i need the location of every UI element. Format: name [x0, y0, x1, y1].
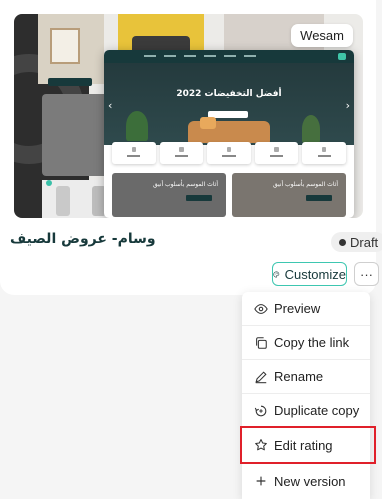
site-feature: [112, 142, 156, 164]
menu-item-label: Rename: [274, 369, 324, 384]
site-card: أثاث الموسم بأسلوب أنيق: [112, 173, 226, 217]
template-card: أفضل التخفيضات 2022 ‹ › أثاث الموسم بأسل…: [0, 0, 382, 295]
menu-item-copy-link[interactable]: Copy the link: [242, 326, 370, 360]
site-feature: [302, 142, 346, 164]
menu-item-label: Edit rating: [274, 437, 333, 453]
site-card: أثاث الموسم بأسلوب أنيق: [232, 173, 346, 217]
site-hero: أفضل التخفيضات 2022 ‹ ›: [104, 63, 354, 145]
site-feature: [207, 142, 251, 164]
thumbnail-dot: [46, 180, 52, 186]
customize-button[interactable]: Customize: [272, 262, 347, 286]
site-feature: [254, 142, 299, 164]
status-badge: Draft: [331, 232, 382, 252]
chevron-left-icon: ‹: [108, 99, 113, 112]
menu-item-rename[interactable]: Rename: [242, 360, 370, 394]
eye-icon: [254, 302, 268, 316]
template-title: وسام- عروض الصيف: [10, 231, 156, 247]
site-plant: [126, 111, 148, 141]
thumbnail-chair: [56, 186, 70, 216]
template-thumbnail[interactable]: أفضل التخفيضات 2022 ‹ › أثاث الموسم بأسل…: [14, 14, 363, 218]
menu-item-label: Copy the link: [274, 335, 350, 350]
chevron-right-icon: ›: [345, 99, 350, 112]
status-label: Draft: [350, 234, 379, 250]
site-card-text: أثاث الموسم بأسلوب أنيق: [152, 181, 218, 188]
site-hero-title: أفضل التخفيضات 2022: [176, 89, 282, 99]
star-icon: [254, 438, 268, 452]
thumbnail-picture-frame: [50, 28, 80, 64]
status-dot-icon: [339, 238, 346, 246]
menu-item-new-version[interactable]: New version: [242, 464, 370, 498]
menu-item-label: Preview: [274, 301, 321, 316]
site-feature: [159, 142, 204, 164]
menu-item-edit-rating[interactable]: Edit rating: [240, 426, 376, 464]
customize-label: Customize: [284, 266, 346, 282]
thumbnail-button-shape: [48, 78, 92, 86]
menu-item-duplicate[interactable]: Duplicate copy: [242, 394, 370, 428]
pencil-icon: [254, 370, 268, 384]
duplicate-icon: [254, 404, 268, 418]
site-cards: أثاث الموسم بأسلوب أنيق أثاث الموسم بأسل…: [104, 167, 354, 218]
palette-icon: [273, 271, 280, 277]
more-options-button[interactable]: ···: [354, 262, 379, 286]
site-navbar: [104, 50, 354, 63]
site-features: [104, 139, 354, 167]
menu-item-preview[interactable]: Preview: [242, 292, 370, 326]
menu-item-label: Duplicate copy: [274, 403, 360, 418]
plus-icon: [254, 474, 268, 488]
thumbnail-site-preview: أفضل التخفيضات 2022 ‹ › أثاث الموسم بأسل…: [104, 50, 354, 218]
author-badge: Wesam: [291, 24, 353, 47]
site-cushion: [200, 117, 216, 129]
context-menu: Preview Copy the link Rename Duplicate c…: [240, 292, 376, 499]
site-logo-icon: [338, 53, 346, 60]
more-dots-icon: ···: [360, 266, 373, 282]
menu-item-label: New version: [274, 473, 346, 489]
copy-icon: [254, 336, 268, 350]
site-card-text: أثاث الموسم بأسلوب أنيق: [272, 181, 338, 188]
